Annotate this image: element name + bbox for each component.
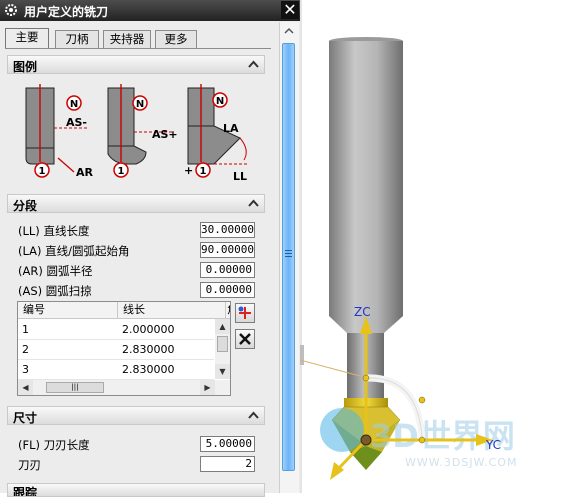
legend-as-plus-label: AS+: [152, 128, 178, 141]
tab-divider: [5, 48, 271, 49]
legend-one-label: 1: [118, 166, 125, 177]
add-segment-icon: [238, 306, 251, 319]
dimensions-section-header[interactable]: 尺寸: [7, 406, 265, 425]
column-header-id[interactable]: 编号: [18, 302, 118, 319]
triad-handle[interactable]: [362, 374, 370, 382]
delete-segment-button[interactable]: [235, 329, 255, 349]
yc-label: YC: [485, 438, 501, 452]
splitter-handle[interactable]: [300, 345, 304, 365]
ar-label: (AR) 圆弧半径: [18, 264, 93, 278]
add-segment-button[interactable]: [235, 303, 255, 323]
tab-shank[interactable]: 刀柄: [55, 30, 99, 49]
legend-n-label: N: [136, 99, 144, 110]
scroll-down-icon[interactable]: ▼: [215, 364, 230, 379]
close-button[interactable]: ✕: [281, 1, 299, 19]
chevron-up-icon[interactable]: [247, 197, 260, 210]
dialog-title: 用户定义的铣刀: [24, 5, 109, 19]
legend-figure-line-angle: N LA LL + 1: [184, 84, 248, 183]
delete-icon: [239, 333, 251, 345]
tool-dialog: 用户定义的铣刀 ✕ 主要 刀柄 夹持器 更多 图例 N AS- AR 1 N A…: [0, 0, 300, 497]
tracking-section-title: 跟踪: [13, 486, 38, 497]
triad-handle[interactable]: [418, 396, 426, 404]
table-row[interactable]: 1 2.000000: [18, 320, 214, 340]
flute-length-label: (FL) 刀刃长度: [18, 438, 90, 452]
ar-input[interactable]: 0.00000: [200, 262, 255, 278]
scroll-thumb[interactable]: |||: [46, 382, 104, 393]
legend-n-label: N: [70, 99, 78, 110]
legend-figure-arc-radius: N AS- AR 1: [25, 84, 94, 179]
row-id: 2: [22, 343, 29, 356]
flutes-label: 刀刃: [18, 458, 41, 472]
table-horizontal-scrollbar[interactable]: ◀ ||| ▶: [18, 380, 230, 395]
legend-n-label: N: [216, 96, 224, 107]
legend-one-label: 1: [39, 166, 46, 177]
tool-shank: [329, 37, 403, 333]
scroll-up-icon[interactable]: ▲: [215, 319, 230, 334]
ll-label: (LL) 直线长度: [18, 224, 90, 238]
as-input[interactable]: 0.00000: [200, 282, 255, 298]
legend-figure-arc-sweep: N AS+ 1: [107, 84, 178, 178]
table-vertical-scrollbar[interactable]: ▲ ▼: [215, 319, 230, 379]
chevron-up-icon[interactable]: [247, 58, 260, 71]
gear-icon: [5, 4, 17, 16]
segment-table: 编号 线长 角 1 2.000000 2 2.830000 3 2.830000…: [17, 301, 231, 396]
as-label: (AS) 圆弧扫掠: [18, 284, 92, 298]
scroll-right-icon[interactable]: ▶: [200, 380, 215, 395]
illustration-section-header[interactable]: 图例: [7, 55, 265, 74]
column-header-length[interactable]: 线长: [118, 302, 226, 319]
row-length: 2.830000: [122, 343, 175, 356]
legend-ll-label: LL: [233, 170, 247, 183]
row-id: 3: [22, 363, 29, 376]
chevron-up-icon[interactable]: [247, 409, 260, 422]
segments-section-title: 分段: [13, 199, 38, 213]
triad-origin[interactable]: [360, 434, 372, 446]
tracking-section-header[interactable]: 跟踪: [7, 483, 265, 497]
dialog-titlebar: 用户定义的铣刀 ✕: [0, 0, 300, 21]
table-row[interactable]: 2 2.830000: [18, 340, 214, 360]
row-id: 1: [22, 323, 29, 336]
row-length: 2.830000: [122, 363, 175, 376]
ll-input[interactable]: 30.00000: [200, 222, 255, 238]
graphics-viewport[interactable]: 3D世界网 WWW.3DSJW.COM ZC YC: [299, 0, 585, 493]
scroll-left-icon[interactable]: ◀: [18, 380, 33, 395]
row-length: 2.000000: [122, 323, 175, 336]
tab-holder[interactable]: 夹持器: [103, 30, 151, 49]
legend-ar-label: AR: [76, 166, 94, 179]
flute-length-input[interactable]: 5.00000: [200, 436, 255, 452]
legend-la-label: LA: [223, 122, 239, 135]
table-row[interactable]: 3 2.830000: [18, 360, 214, 380]
legend-plus-label: +: [184, 164, 193, 177]
illustration-section-title: 图例: [13, 60, 38, 74]
zc-label: ZC: [354, 305, 371, 319]
column-header-angle[interactable]: 角: [226, 302, 230, 319]
scroll-thumb[interactable]: [217, 336, 228, 352]
segments-section-header[interactable]: 分段: [7, 194, 265, 213]
flutes-input[interactable]: 2: [200, 456, 255, 472]
scroll-up-icon[interactable]: [284, 26, 294, 36]
tab-main[interactable]: 主要: [5, 28, 49, 49]
watermark-url: WWW.3DSJW.COM: [405, 456, 518, 469]
dimensions-section-title: 尺寸: [13, 411, 38, 425]
la-input[interactable]: 90.00000: [200, 242, 255, 258]
triad-handle[interactable]: [418, 436, 426, 444]
la-label: (LA) 直线/圆弧起始角: [18, 244, 130, 258]
tool-legend-diagram: N AS- AR 1 N AS+ 1 N LA LL + 1: [25, 84, 248, 183]
legend-as-minus-label: AS-: [66, 116, 87, 129]
tool-3d-view: 3D世界网 WWW.3DSJW.COM ZC YC: [299, 0, 518, 493]
legend-one-label: 1: [200, 166, 207, 177]
tab-more[interactable]: 更多: [155, 30, 197, 49]
dialog-scroll-thumb[interactable]: [282, 43, 295, 471]
